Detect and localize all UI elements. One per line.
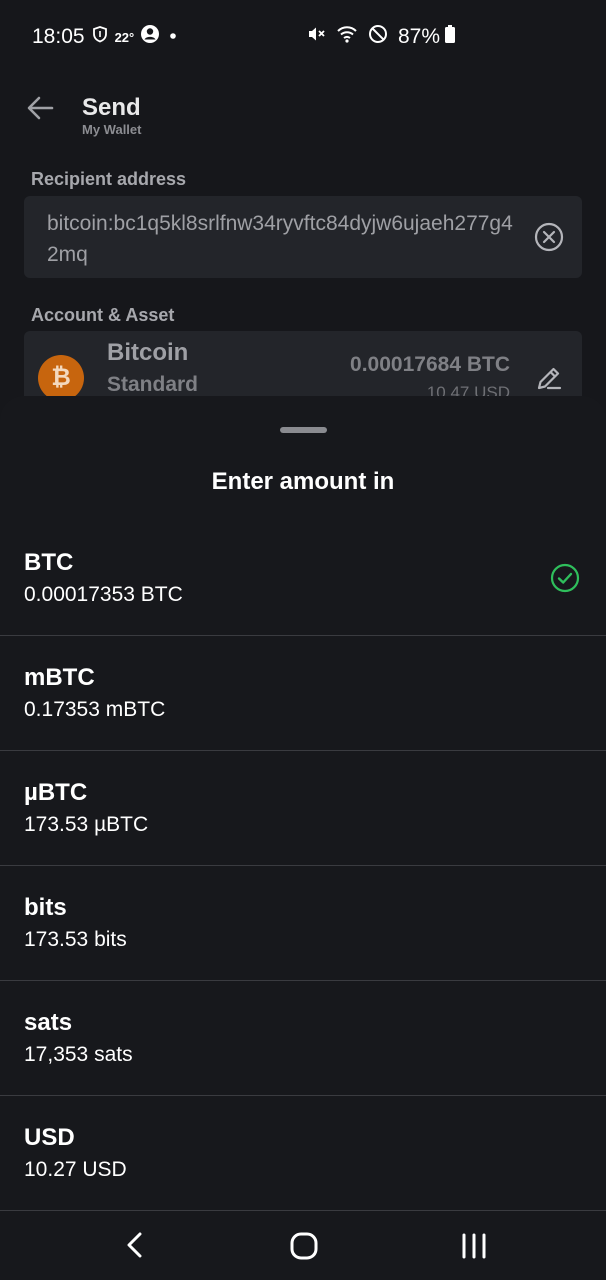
option-value: 0.00017353 BTC [24, 583, 183, 606]
battery-icon [444, 24, 456, 50]
unit-option-sats[interactable]: sats 17,353 sats [0, 981, 606, 1096]
asset-type: Standard [107, 373, 199, 396]
nav-back-button[interactable] [120, 1228, 150, 1262]
status-battery-text: 87% [397, 25, 440, 48]
header: Send My Wallet [24, 88, 582, 148]
nav-home-button[interactable] [288, 1230, 320, 1262]
status-temperature: 22° [114, 29, 135, 45]
recipient-address-value: bitcoin:bc1q5kl8srlfnw34ryvftc84dyjw6uja… [47, 212, 513, 266]
mute-icon [306, 24, 326, 50]
edit-asset-button[interactable] [534, 363, 564, 393]
nav-recents-icon [462, 1233, 486, 1259]
recipient-address-field[interactable]: bitcoin:bc1q5kl8srlfnw34ryvftc84dyjw6uja… [24, 196, 582, 278]
status-time: 18:05 [32, 25, 85, 48]
back-button[interactable] [24, 92, 60, 128]
send-screen: 18:05 22° 87% Send My Wallet Recipient a… [0, 0, 606, 1280]
do-not-disturb-icon [368, 24, 388, 50]
recipient-label: Recipient address [31, 169, 187, 189]
option-value: 173.53 µBTC [24, 813, 149, 836]
option-unit: BTC [24, 549, 74, 576]
option-value: 0.17353 mBTC [24, 698, 166, 721]
bitcoin-logo-icon: ₿ [38, 355, 84, 401]
unit-option-list: BTC 0.00017353 BTC mBTC 0.17353 mBTC µBT… [0, 521, 606, 1211]
status-left: 18:05 22° [32, 24, 180, 50]
unit-option-mbtc[interactable]: mBTC 0.17353 mBTC [0, 636, 606, 751]
unit-option-usd[interactable]: USD 10.27 USD [0, 1096, 606, 1211]
unit-option-btc[interactable]: BTC 0.00017353 BTC [0, 521, 606, 636]
option-unit: bits [24, 894, 67, 921]
option-unit: USD [24, 1124, 75, 1151]
option-value: 17,353 sats [24, 1043, 133, 1066]
shield-icon [91, 25, 109, 49]
pencil-icon [537, 367, 562, 390]
nav-back-icon [127, 1232, 142, 1258]
status-right: 87% [306, 24, 456, 50]
wifi-icon [336, 24, 358, 50]
page-subtitle: My Wallet [82, 122, 142, 137]
clear-address-button[interactable] [534, 222, 564, 252]
page-title: Send [82, 94, 141, 121]
account-asset-label: Account & Asset [31, 305, 175, 325]
option-value: 10.27 USD [24, 1158, 127, 1181]
nav-recents-button[interactable] [458, 1230, 490, 1262]
unit-option-bits[interactable]: bits 173.53 bits [0, 866, 606, 981]
sheet-title: Enter amount in [211, 468, 395, 495]
option-unit: mBTC [24, 664, 95, 691]
unit-option-ubtc[interactable]: µBTC 173.53 µBTC [0, 751, 606, 866]
status-bar: 18:05 22° 87% [0, 0, 606, 72]
clear-circle-icon [534, 222, 564, 252]
arrow-left-icon [27, 96, 54, 120]
nav-home-icon [290, 1232, 318, 1260]
asset-name: Bitcoin [107, 339, 189, 366]
check-circle-icon [550, 563, 580, 593]
asset-balance: 0.00017684 BTC [350, 353, 510, 376]
dot-icon [166, 25, 180, 49]
navigation-bar [0, 1210, 606, 1280]
option-unit: sats [24, 1009, 73, 1036]
option-unit: µBTC [24, 779, 88, 806]
unit-picker-sheet: Enter amount in BTC 0.00017353 BTC mBTC … [0, 396, 606, 1280]
option-value: 173.53 bits [24, 928, 127, 951]
sheet-drag-handle[interactable] [280, 427, 327, 433]
account-circle-icon [140, 24, 160, 50]
